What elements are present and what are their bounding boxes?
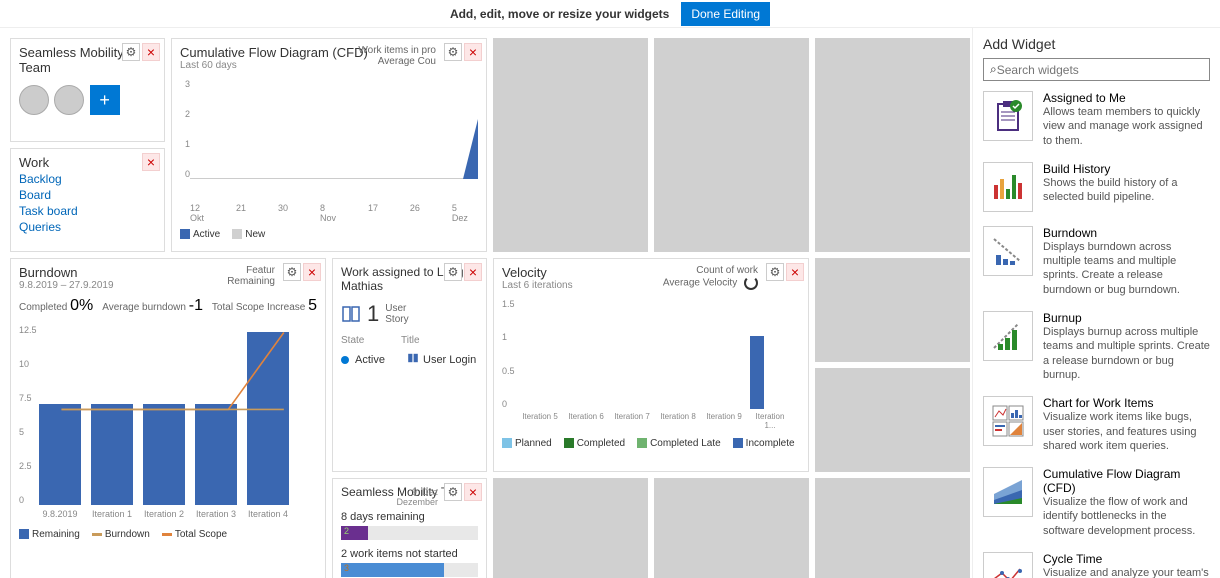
dashboard-grid: ⚙ × Seamless Mobility Team + ⚙ × Cumulat…: [0, 28, 972, 578]
table-row[interactable]: Active User Login: [341, 352, 478, 367]
days-remaining: 8 days remaining: [341, 511, 478, 523]
progress-bar: 3: [341, 563, 478, 577]
close-icon[interactable]: ×: [142, 153, 160, 171]
editing-toolbar: Add, edit, move or resize your widgets D…: [0, 0, 1220, 28]
velocity-widget[interactable]: ⚙ × Velocity Last 6 iterations Count of …: [493, 258, 809, 472]
table-header: StateTitle: [341, 335, 478, 346]
cycle-time-icon: [983, 552, 1033, 578]
burndown-metric: FeaturRemaining: [227, 265, 275, 287]
close-icon[interactable]: ×: [464, 43, 482, 61]
gear-icon[interactable]: ⚙: [444, 483, 462, 501]
burndown-icon: [983, 226, 1033, 276]
team-members-widget[interactable]: ⚙ × Seamless Mobility Team +: [10, 38, 165, 142]
clipboard-icon: [983, 91, 1033, 141]
gear-icon[interactable]: ⚙: [444, 263, 462, 281]
burndown-stats: Completed 0% Average burndown -1 Total S…: [19, 297, 317, 315]
empty-slot[interactable]: [815, 478, 970, 578]
close-icon[interactable]: ×: [786, 263, 804, 281]
not-started: 2 work items not started: [341, 548, 478, 560]
widget-catalog-item[interactable]: Chart for Work ItemsVisualize work items…: [983, 396, 1210, 453]
done-editing-button[interactable]: Done Editing: [681, 2, 770, 26]
burndown-chart: 12.5107.552.50: [19, 325, 317, 505]
taskboard-link[interactable]: Task board: [19, 204, 156, 218]
close-icon[interactable]: ×: [464, 263, 482, 281]
empty-slot[interactable]: [654, 478, 809, 578]
legend: Remaining Burndown Total Scope: [19, 529, 317, 540]
widget-catalog-item[interactable]: Cycle TimeVisualize and analyze your tea…: [983, 552, 1210, 578]
empty-slot[interactable]: [654, 38, 809, 252]
search-input[interactable]: ⌕: [983, 58, 1210, 81]
widget-catalog-item[interactable]: Cumulative Flow Diagram (CFD)Visualize t…: [983, 467, 1210, 538]
cfd-icon: [983, 467, 1033, 517]
close-icon[interactable]: ×: [142, 43, 160, 61]
empty-slot[interactable]: [493, 38, 648, 252]
burnup-icon: [983, 311, 1033, 361]
spinner-icon: [744, 276, 758, 290]
widget-catalog-item[interactable]: Assigned to MeAllows team members to qui…: [983, 91, 1210, 148]
panel-title: Add Widget: [983, 36, 1210, 52]
velocity-chart: 1.510.50: [502, 299, 800, 409]
legend: Planned Completed Completed Late Incompl…: [502, 438, 800, 449]
widget-catalog-item[interactable]: BurndownDisplays burndown across multipl…: [983, 226, 1210, 297]
add-member-button[interactable]: +: [90, 85, 120, 115]
search-icon: ⌕: [990, 62, 997, 77]
widget-title: Work: [19, 155, 156, 170]
empty-slot[interactable]: [815, 38, 970, 252]
sprint-widget[interactable]: ⚙ × Seamless Mobility T... 9. DezDezembe…: [332, 478, 487, 578]
velocity-metric: Count of workAverage Velocity: [663, 265, 758, 290]
queries-link[interactable]: Queries: [19, 220, 156, 234]
widget-catalog-item[interactable]: BurnupDisplays burnup across multiple te…: [983, 311, 1210, 382]
assigned-widget[interactable]: ⚙ × Work assigned to Lange, Mathias 1 Us…: [332, 258, 487, 472]
gear-icon[interactable]: ⚙: [283, 263, 301, 281]
book-icon: [341, 304, 361, 324]
avatar[interactable]: [54, 85, 84, 115]
progress-bar: 2: [341, 526, 478, 540]
burndown-widget[interactable]: ⚙ × Burndown 9.8.2019 – 27.9.2019 Featur…: [10, 258, 326, 578]
gear-icon[interactable]: ⚙: [766, 263, 784, 281]
empty-slot[interactable]: [493, 478, 648, 578]
cfd-chart: 3210: [190, 79, 478, 199]
board-link[interactable]: Board: [19, 188, 156, 202]
state-dot: [341, 356, 349, 364]
empty-slot[interactable]: [815, 258, 970, 362]
cfd-widget[interactable]: ⚙ × Cumulative Flow Diagram (CFD) Last 6…: [171, 38, 487, 252]
cfd-metric: Work items in proAverage Cou: [358, 45, 436, 67]
empty-slot[interactable]: [815, 368, 970, 472]
gear-icon[interactable]: ⚙: [122, 43, 140, 61]
legend: Active New: [180, 229, 478, 240]
x-axis: 9.8.2019Iteration 1Iteration 2Iteration …: [19, 509, 317, 519]
user-story-count: 1 UserStory: [341, 301, 478, 327]
gear-icon[interactable]: ⚙: [444, 43, 462, 61]
work-links-widget[interactable]: × Work Backlog Board Task board Queries: [10, 148, 165, 252]
x-axis: Iteration 5Iteration 6Iteration 7Iterati…: [502, 412, 800, 430]
close-icon[interactable]: ×: [303, 263, 321, 281]
toolbar-message: Add, edit, move or resize your widgets: [450, 7, 669, 21]
x-axis: 12Okt21308Nov17265Dez: [180, 203, 478, 223]
backlog-link[interactable]: Backlog: [19, 172, 156, 186]
bars-icon: [983, 162, 1033, 212]
avatar[interactable]: [19, 85, 49, 115]
add-widget-panel: Add Widget ⌕ Assigned to MeAllows team m…: [972, 28, 1220, 578]
widget-catalog-item[interactable]: Build HistoryShows the build history of …: [983, 162, 1210, 212]
book-icon: [407, 352, 419, 367]
chart-grid-icon: [983, 396, 1033, 446]
close-icon[interactable]: ×: [464, 483, 482, 501]
